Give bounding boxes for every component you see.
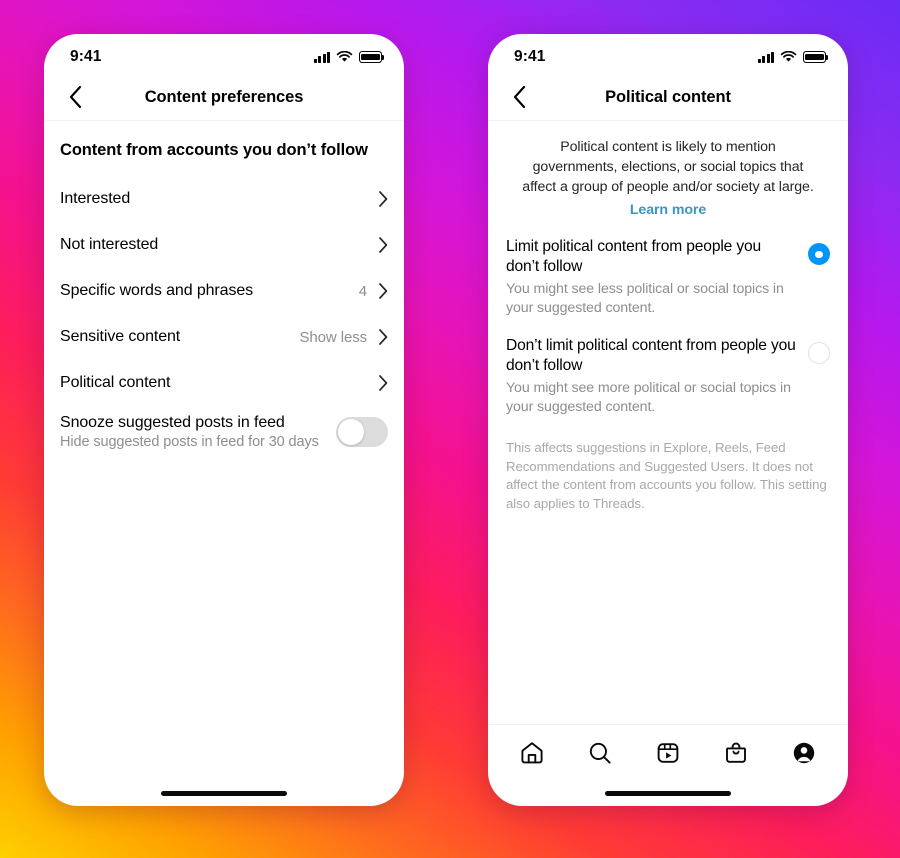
- home-icon: [521, 741, 543, 763]
- list-item-interested[interactable]: Interested: [44, 176, 404, 222]
- cellular-bars-icon: [758, 51, 774, 63]
- list-item-label: Interested: [60, 190, 131, 207]
- back-button[interactable]: [504, 82, 534, 112]
- content-scroll-area[interactable]: Political content is likely to mention g…: [488, 121, 848, 724]
- tab-profile[interactable]: [780, 733, 828, 773]
- footnote-text: This affects suggestions in Explore, Ree…: [506, 439, 827, 511]
- chevron-right-icon: [379, 191, 388, 207]
- option-description: You might see more political or social t…: [506, 380, 791, 415]
- option-dont-limit-political-content[interactable]: Don’t limit political content from peopl…: [488, 318, 848, 417]
- toggle-knob: [338, 419, 364, 445]
- snooze-toggle-switch[interactable]: [336, 417, 388, 447]
- home-indicator: [605, 790, 731, 796]
- list-item-political-content[interactable]: Political content: [44, 360, 404, 406]
- back-button[interactable]: [60, 82, 90, 112]
- status-bar-time: 9:41: [70, 48, 102, 65]
- learn-more-link[interactable]: Learn more: [630, 202, 706, 218]
- content-scroll-area[interactable]: Content from accounts you don’t follow I…: [44, 121, 404, 780]
- status-bar-icons: [314, 51, 385, 63]
- chevron-right-icon: [379, 329, 388, 345]
- chevron-left-icon: [69, 86, 81, 108]
- snooze-label: Snooze suggested posts in feed: [60, 414, 285, 431]
- shopping-bag-icon: [726, 742, 746, 763]
- battery-full-icon: [359, 51, 385, 63]
- status-bar-time: 9:41: [514, 48, 546, 65]
- battery-full-icon: [803, 51, 829, 63]
- tab-home[interactable]: [508, 733, 556, 773]
- tab-shop[interactable]: [712, 733, 760, 773]
- phone-right-political-content: 9:41 Political content Political content…: [488, 34, 848, 806]
- reels-icon: [657, 742, 679, 763]
- phone-left-content-preferences: 9:41 Content preferences Content from ac…: [44, 34, 404, 806]
- search-icon: [589, 742, 611, 764]
- radio-button-dont-limit[interactable]: [808, 342, 830, 365]
- list-item-snooze-suggested-posts[interactable]: Snooze suggested posts in feed Hide sugg…: [44, 406, 404, 460]
- intro-block: Political content is likely to mention g…: [488, 121, 848, 219]
- profile-avatar-icon: [793, 742, 815, 763]
- wifi-icon: [336, 51, 353, 62]
- option-title: Limit political content from people you …: [506, 238, 762, 276]
- snooze-sublabel: Hide suggested posts in feed for 30 days: [60, 434, 319, 450]
- home-indicator-area: [44, 780, 404, 806]
- status-bar-icons: [758, 51, 829, 63]
- home-indicator-area: [488, 780, 848, 806]
- option-limit-political-content[interactable]: Limit political content from people you …: [488, 219, 848, 318]
- chevron-right-icon: [379, 237, 388, 253]
- page-title: Content preferences: [144, 87, 304, 106]
- option-title: Don’t limit political content from peopl…: [506, 337, 796, 375]
- list-item-label: Sensitive content: [60, 328, 181, 345]
- cellular-bars-icon: [314, 51, 330, 63]
- bottom-tab-bar: [488, 724, 848, 780]
- wifi-icon: [780, 51, 797, 62]
- chevron-left-icon: [513, 86, 525, 108]
- list-item-not-interested[interactable]: Not interested: [44, 222, 404, 268]
- home-indicator: [161, 790, 287, 796]
- page-title: Political content: [605, 87, 731, 106]
- list-item-specific-words-and-phrases[interactable]: Specific words and phrases 4: [44, 268, 404, 314]
- tab-search[interactable]: [576, 733, 624, 773]
- status-bar: 9:41: [44, 34, 404, 74]
- chevron-right-icon: [379, 283, 388, 299]
- chevron-right-icon: [379, 375, 388, 391]
- list-item-sensitive-content[interactable]: Sensitive content Show less: [44, 314, 404, 360]
- status-bar: 9:41: [488, 34, 848, 74]
- list-item-label: Political content: [60, 374, 171, 391]
- section-heading: Content from accounts you don’t follow: [60, 141, 368, 159]
- list-item-count: 4: [358, 282, 367, 300]
- radio-button-limit-selected[interactable]: [808, 243, 830, 266]
- tab-reels[interactable]: [644, 733, 692, 773]
- list-item-label: Specific words and phrases: [60, 282, 254, 299]
- list-item-value: Show less: [299, 328, 368, 346]
- navigation-bar: Content preferences: [44, 74, 404, 121]
- intro-description: Political content is likely to mention g…: [522, 139, 814, 196]
- navigation-bar: Political content: [488, 74, 848, 121]
- list-item-label: Not interested: [60, 236, 159, 253]
- option-description: You might see less political or social t…: [506, 281, 784, 317]
